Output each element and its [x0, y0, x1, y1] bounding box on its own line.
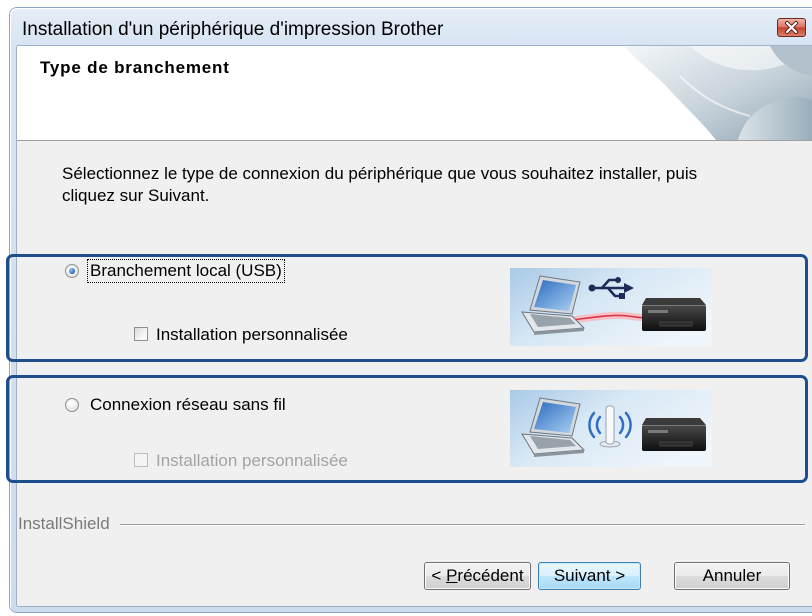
next-button[interactable]: Suivant >	[538, 562, 641, 590]
usb-custom-install-checkbox[interactable]	[134, 327, 148, 341]
cancel-label: Annuler	[702, 566, 762, 585]
previous-label-prefix: <	[431, 566, 447, 585]
header-decoration-image	[624, 46, 812, 140]
previous-button[interactable]: < Précédent	[424, 562, 531, 590]
footer-divider	[120, 524, 805, 526]
screen: Installation d'un périphérique d'impress…	[0, 0, 812, 616]
wireless-connection-illustration	[510, 390, 712, 467]
usb-connection-illustration	[510, 268, 712, 346]
dialog-content: Type de branchement Sélectionnez le type…	[6, 46, 812, 606]
wireless-option-label[interactable]: Connexion réseau sans fil	[88, 394, 288, 416]
installshield-label: InstallShield	[18, 514, 110, 533]
option-usb-group: Branchement local (USB) Installation per…	[6, 254, 808, 362]
instructions-line-1: Sélectionnez le type de connexion du pér…	[62, 164, 698, 183]
usb-option-label[interactable]: Branchement local (USB)	[87, 259, 285, 283]
cancel-button[interactable]: Annuler	[674, 562, 790, 590]
wireless-radio-button[interactable]	[65, 398, 79, 412]
page-title: Type de branchement	[40, 58, 230, 77]
usb-radio-button[interactable]	[65, 264, 79, 278]
instructions-line-2: cliquez sur Suivant.	[62, 186, 210, 205]
wireless-custom-install-checkbox[interactable]	[134, 453, 148, 467]
option-wireless-group: Connexion réseau sans fil Installation p…	[6, 375, 808, 483]
title-bar[interactable]: Installation d'un périphérique d'impress…	[10, 8, 812, 46]
next-label: Suivant >	[553, 566, 626, 585]
installer-window: Installation d'un périphérique d'impress…	[6, 8, 812, 612]
close-button[interactable]	[777, 18, 806, 37]
instructions-text: Sélectionnez le type de connexion du pér…	[62, 163, 697, 207]
close-icon	[785, 21, 798, 34]
printer-icon	[642, 418, 706, 451]
wireless-custom-install-label[interactable]: Installation personnalisée	[156, 451, 348, 471]
previous-label-rest: récédent	[457, 566, 524, 585]
window-title: Installation d'un périphérique d'impress…	[22, 19, 444, 40]
usb-custom-install-label[interactable]: Installation personnalisée	[156, 325, 348, 345]
previous-label-accesskey: P	[446, 566, 458, 585]
dialog-header: Type de branchement	[17, 46, 812, 141]
printer-icon	[642, 298, 706, 331]
